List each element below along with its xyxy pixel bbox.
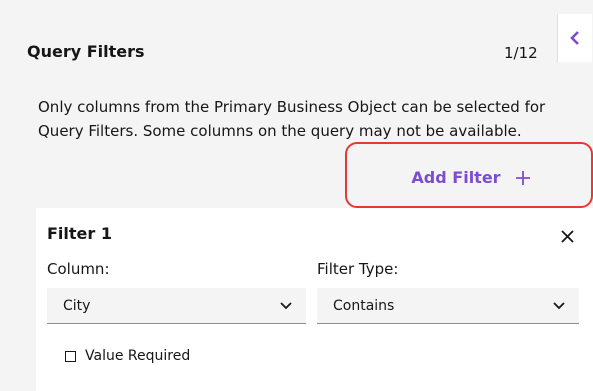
chevron-down-icon bbox=[553, 301, 565, 309]
chevron-left-icon bbox=[570, 31, 579, 45]
column-select-value: City bbox=[63, 297, 91, 314]
chevron-down-icon bbox=[280, 301, 292, 309]
column-select[interactable]: City bbox=[47, 288, 306, 324]
add-filter-label: Add Filter bbox=[411, 168, 501, 187]
close-icon bbox=[560, 229, 574, 243]
value-required-checkbox[interactable] bbox=[65, 350, 76, 362]
filter-counter: 1/12 bbox=[504, 44, 538, 62]
plus-icon bbox=[515, 170, 530, 185]
column-label: Column: bbox=[47, 260, 110, 278]
add-filter-button[interactable]: Add Filter bbox=[356, 152, 586, 203]
remove-filter-button[interactable] bbox=[557, 226, 577, 246]
value-required-label: Value Required bbox=[85, 348, 191, 364]
filter-title: Filter 1 bbox=[47, 224, 112, 243]
panel-description: Only columns from the Primary Business O… bbox=[38, 98, 546, 140]
filter-type-select[interactable]: Contains bbox=[317, 288, 579, 324]
value-required-checkbox-row[interactable]: Value Required bbox=[65, 348, 190, 364]
filter-type-label: Filter Type: bbox=[317, 260, 399, 278]
filter-card: Filter 1 Column: City Filter Type: Conta… bbox=[36, 208, 593, 391]
filter-type-select-value: Contains bbox=[333, 297, 395, 314]
collapse-panel-button[interactable] bbox=[557, 14, 592, 62]
panel-title: Query Filters bbox=[27, 42, 145, 61]
